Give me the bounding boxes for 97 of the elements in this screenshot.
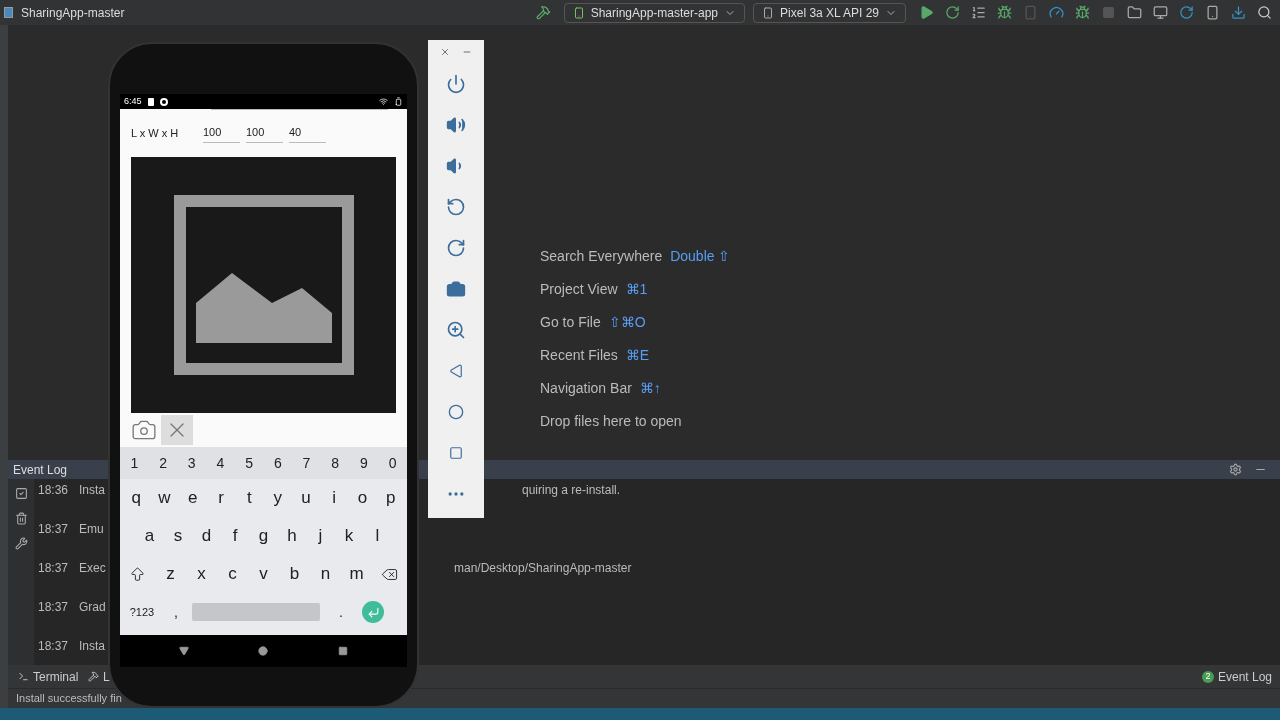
- symbols-key[interactable]: ?123: [124, 603, 160, 621]
- keyboard-key[interactable]: 1: [121, 452, 148, 474]
- keyboard-key[interactable]: t: [236, 479, 263, 517]
- keyboard-key[interactable]: c: [219, 555, 246, 593]
- project-icon: [4, 7, 13, 18]
- dimensions-label: L x W x H: [131, 126, 180, 142]
- event-log-button[interactable]: 2 Event Log: [1201, 667, 1272, 686]
- keyboard-key[interactable]: w: [151, 479, 178, 517]
- keyboard-key[interactable]: o: [349, 479, 376, 517]
- log-time: 18:37: [37, 598, 70, 616]
- keyboard-key[interactable]: 4: [207, 452, 234, 474]
- keyboard-key[interactable]: s: [164, 517, 192, 555]
- window-title: SharingApp-master: [21, 4, 125, 22]
- enter-icon: [366, 605, 380, 619]
- shortcut-text: ⌘1: [625, 280, 648, 299]
- dimension-field[interactable]: 40: [289, 123, 326, 144]
- trash-icon[interactable]: [14, 512, 28, 525]
- hint-text: Recent Files: [540, 346, 618, 365]
- hint-text: Search Everywhere: [540, 247, 663, 266]
- keyboard-key[interactable]: m: [343, 555, 370, 593]
- log-message: Emu: [79, 521, 104, 539]
- keyboard-key[interactable]: 9: [350, 452, 377, 474]
- sd-card-icon: [147, 97, 154, 106]
- hint-text: Project View: [540, 280, 618, 299]
- keyboard-key[interactable]: 0: [379, 452, 406, 474]
- phone-icon: [762, 6, 775, 19]
- keyboard-key[interactable]: 2: [150, 452, 177, 474]
- keyboard-key[interactable]: h: [278, 517, 306, 555]
- hint-text: Drop files here to open: [540, 412, 682, 431]
- keyboard-key[interactable]: z: [157, 555, 184, 593]
- keyboard-key[interactable]: y: [264, 479, 291, 517]
- shortcut-text: ⌘↑: [639, 379, 661, 398]
- log-message: Insta: [79, 482, 105, 500]
- hint-text: Navigation Bar: [540, 379, 632, 398]
- keyboard-key[interactable]: n: [312, 555, 339, 593]
- keyboard-key[interactable]: r: [208, 479, 235, 517]
- keyboard-key[interactable]: a: [136, 517, 163, 555]
- tool-tab[interactable]: Terminal: [8, 667, 88, 686]
- run-config-dropdown[interactable]: SharingApp-master-app: [563, 2, 746, 23]
- android-icon: [572, 6, 585, 19]
- battery-icon: [394, 97, 403, 106]
- log-time: 18:36: [37, 482, 70, 500]
- log-time: 18:37: [37, 560, 70, 577]
- wifi-icon: [379, 97, 388, 106]
- keyboard-key[interactable]: u: [292, 479, 319, 517]
- log-time: 18:37: [37, 521, 70, 539]
- wrench-icon[interactable]: [14, 537, 28, 550]
- keyboard-key[interactable]: x: [188, 555, 215, 593]
- keyboard-key[interactable]: k: [335, 517, 363, 555]
- hint-text: Go to File: [540, 313, 601, 332]
- keyboard-key[interactable]: 8: [322, 452, 349, 474]
- keyboard-key[interactable]: j: [307, 517, 334, 555]
- keyboard-key[interactable]: d: [193, 517, 220, 555]
- shortcut-text: Double ⇧: [670, 247, 731, 266]
- dimension-field[interactable]: 100: [203, 123, 240, 144]
- keyboard-key[interactable]: b: [281, 555, 308, 593]
- log-message: Insta: [79, 637, 105, 655]
- status-message: Install successfully fin: [16, 691, 122, 707]
- log-message: man/Desktop/SharingApp-master: [454, 560, 632, 577]
- keyboard-key[interactable]: e: [179, 479, 206, 517]
- back-button[interactable]: [178, 646, 189, 656]
- keyboard-key[interactable]: v: [250, 555, 277, 593]
- check-icon[interactable]: [14, 487, 28, 500]
- log-message: Exec: [79, 560, 106, 577]
- keyboard-key[interactable]: .: [326, 601, 356, 623]
- clock-text: 6:45: [124, 94, 142, 108]
- panel-title: Event Log: [13, 461, 68, 479]
- device-dropdown[interactable]: Pixel 3a XL API 29: [753, 2, 906, 23]
- keyboard-key[interactable]: i: [321, 479, 348, 517]
- remove-button[interactable]: [161, 415, 193, 446]
- hammer-icon: [88, 671, 99, 682]
- keyboard-key[interactable]: p: [377, 479, 404, 517]
- recents-button[interactable]: [338, 646, 349, 656]
- shortcut-text: ⌘E: [625, 346, 650, 365]
- keyboard-key[interactable]: f: [221, 517, 249, 555]
- terminal-icon: [18, 671, 29, 682]
- shortcut-text: ⇧⌘O: [608, 313, 646, 332]
- dimension-field[interactable]: 100: [246, 123, 283, 144]
- keyboard-key[interactable]: q: [123, 479, 150, 517]
- sync-icon: [159, 97, 168, 106]
- log-message: Grad: [79, 598, 106, 616]
- shift-icon: [129, 565, 146, 583]
- keyboard-key[interactable]: l: [364, 517, 391, 555]
- log-time: 18:37: [37, 637, 70, 655]
- keyboard-key[interactable]: 3: [178, 452, 205, 474]
- settings-icon[interactable]: [1229, 463, 1242, 476]
- home-button[interactable]: [258, 646, 269, 656]
- count-badge: 2: [1201, 670, 1214, 683]
- close-button[interactable]: [440, 47, 450, 57]
- keyboard-key[interactable]: ,: [166, 601, 186, 623]
- keyboard-key[interactable]: 6: [264, 452, 291, 474]
- keyboard-key[interactable]: g: [250, 517, 277, 555]
- keyboard-key[interactable]: 7: [293, 452, 320, 474]
- log-message: quiring a re-install.: [522, 482, 621, 500]
- keyboard-key[interactable]: 5: [236, 452, 263, 474]
- image-placeholder-icon: [171, 193, 356, 378]
- tool-tab[interactable]: L: [88, 667, 110, 686]
